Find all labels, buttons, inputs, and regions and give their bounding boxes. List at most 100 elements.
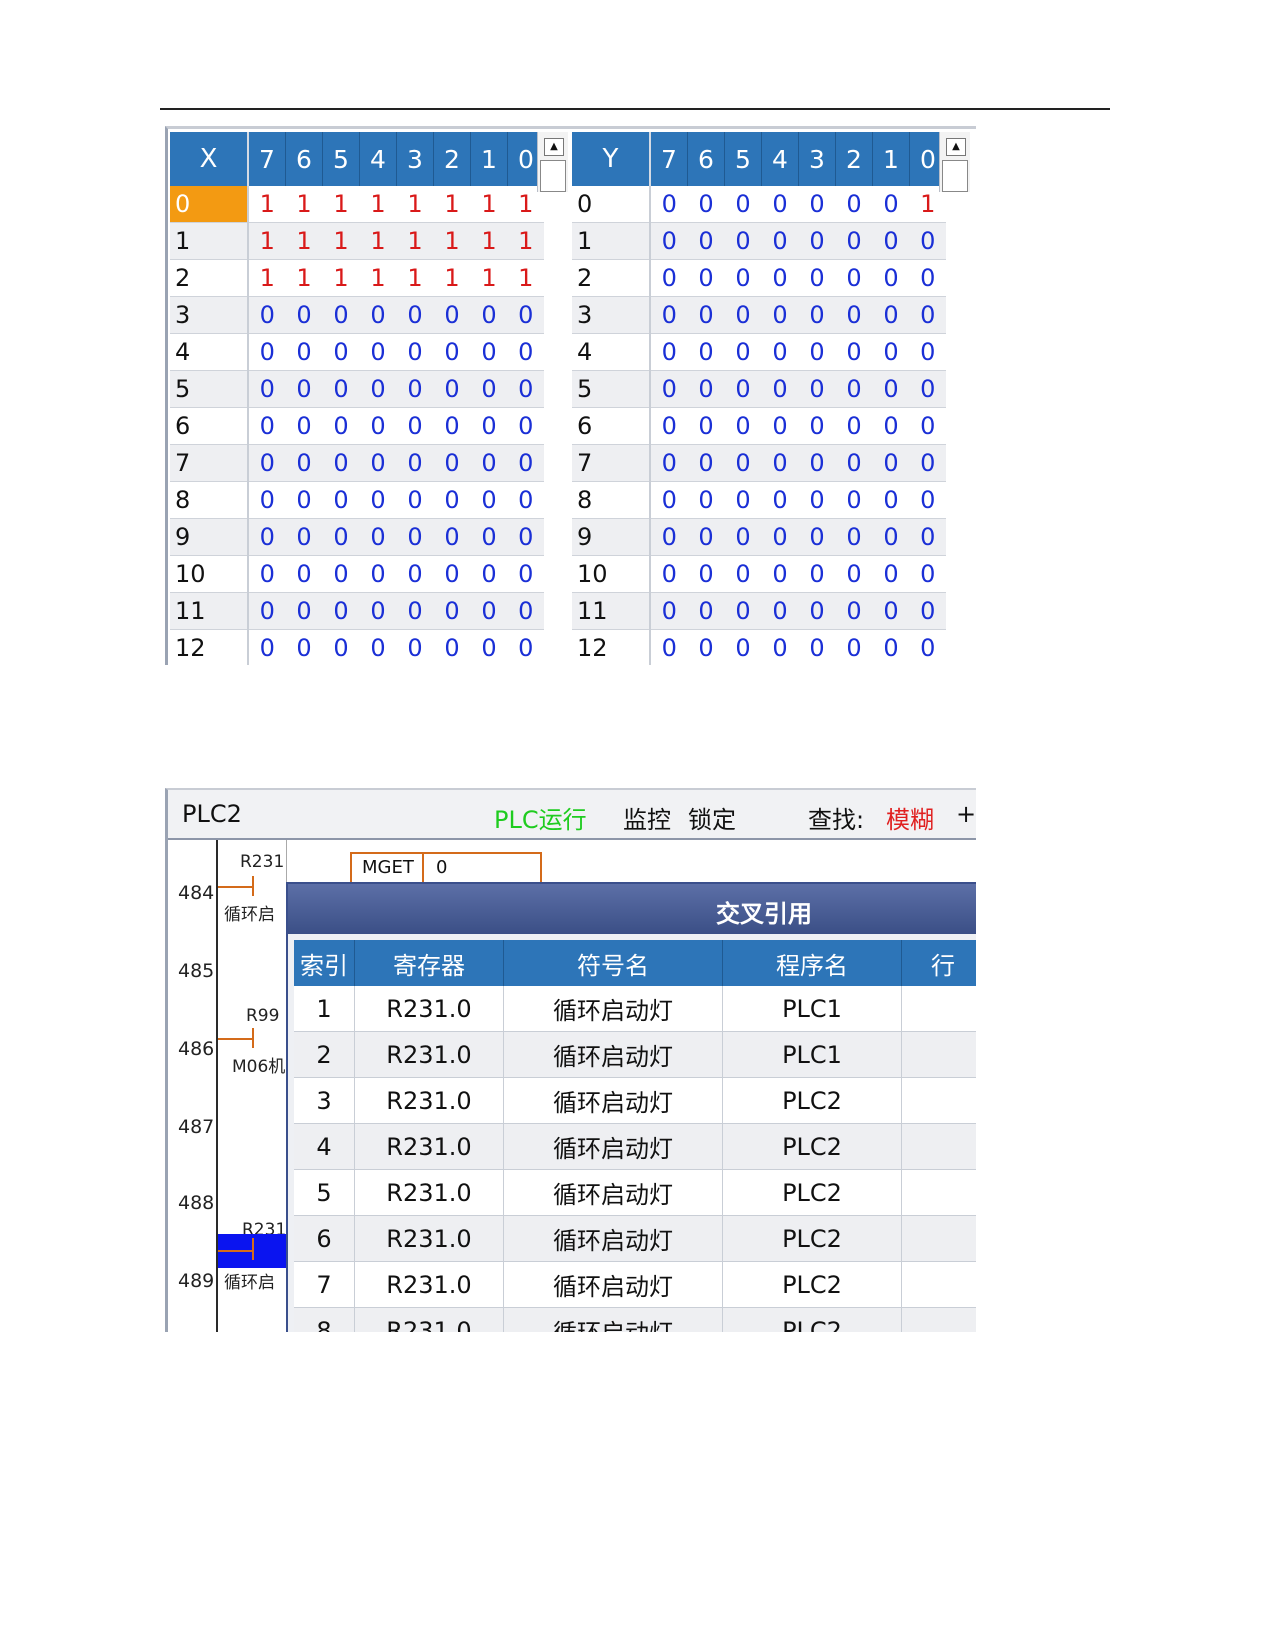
x-row-address[interactable]: 2: [170, 259, 249, 297]
monitor-button[interactable]: 监控: [623, 800, 671, 835]
column-header-register[interactable]: 寄存器: [354, 940, 504, 986]
search-mode-fuzzy[interactable]: 模糊: [886, 800, 934, 835]
scroll-thumb[interactable]: [942, 160, 968, 192]
x-row-address[interactable]: 10: [170, 555, 249, 593]
y-bit-value: 0: [724, 555, 762, 593]
column-header-program[interactable]: 程序名: [722, 940, 902, 986]
xref-row[interactable]: 6 R231.0 循环启动灯 PLC2: [294, 1215, 976, 1262]
x-row[interactable]: 300000000: [170, 296, 544, 334]
x-row[interactable]: 800000000: [170, 481, 544, 519]
y-bit-value: 0: [798, 629, 836, 665]
y-row-address[interactable]: 9: [572, 518, 651, 556]
y-bit-value: 0: [761, 555, 799, 593]
scroll-up-arrow-icon[interactable]: ▲: [544, 138, 564, 156]
x-bit-value: 0: [470, 333, 508, 371]
x-row-address[interactable]: 1: [170, 222, 249, 260]
x-row[interactable]: 211111111: [170, 259, 544, 297]
y-row-address[interactable]: 10: [572, 555, 651, 593]
x-scrollbar[interactable]: ▲: [537, 132, 568, 192]
x-row[interactable]: 500000000: [170, 370, 544, 408]
y-row-address[interactable]: 0: [572, 186, 651, 223]
x-bit-value: 0: [322, 592, 360, 630]
xref-line: [901, 1123, 976, 1170]
x-row[interactable]: 011111111: [170, 186, 544, 223]
column-header-symbol[interactable]: 符号名: [503, 940, 723, 986]
x-bit-value: 0: [433, 407, 471, 445]
x-row-address[interactable]: 6: [170, 407, 249, 445]
xref-register: R231.0: [354, 1077, 504, 1124]
scroll-up-arrow-icon[interactable]: ▲: [946, 138, 966, 156]
y-header-name: Y: [572, 132, 651, 186]
y-bit-value: 0: [650, 592, 688, 630]
x-row[interactable]: 600000000: [170, 407, 544, 445]
y-row-address[interactable]: 7: [572, 444, 651, 482]
x-row-address[interactable]: 12: [170, 629, 249, 665]
y-row[interactable]: 000000001: [572, 186, 946, 223]
x-bit-value: 0: [396, 518, 434, 556]
x-row-address[interactable]: 4: [170, 333, 249, 371]
y-bit-value: 0: [687, 370, 725, 408]
x-row-address[interactable]: 5: [170, 370, 249, 408]
y-bit-value: 0: [835, 222, 873, 260]
xref-row[interactable]: 1 R231.0 循环启动灯 PLC1: [294, 986, 976, 1032]
y-row[interactable]: 400000000: [572, 333, 946, 371]
x-row-address[interactable]: 11: [170, 592, 249, 630]
x-row[interactable]: 900000000: [170, 518, 544, 556]
y-row-address[interactable]: 8: [572, 481, 651, 519]
y-row-address[interactable]: 3: [572, 296, 651, 334]
xref-row[interactable]: 5 R231.0 循环启动灯 PLC2: [294, 1169, 976, 1216]
column-header-line[interactable]: 行: [901, 940, 976, 986]
x-row-address[interactable]: 7: [170, 444, 249, 482]
scroll-thumb[interactable]: [540, 160, 566, 192]
x-row[interactable]: 11 0 0 0 0 0 0 0 0: [170, 592, 544, 630]
y-row[interactable]: 300000000: [572, 296, 946, 334]
xref-row[interactable]: 7 R231.0 循环启动灯 PLC2: [294, 1261, 976, 1308]
y-row[interactable]: 100000000: [572, 222, 946, 260]
y-row-address[interactable]: 6: [572, 407, 651, 445]
x-row-address[interactable]: 3: [170, 296, 249, 334]
y-row[interactable]: 900000000: [572, 518, 946, 556]
y-bit-value: 0: [872, 518, 910, 556]
y-row[interactable]: 500000000: [572, 370, 946, 408]
y-row-address[interactable]: 1: [572, 222, 651, 260]
y-row[interactable]: 12 0 0 0 0 0 0 0 0: [572, 629, 946, 665]
y-bit-value: 0: [798, 296, 836, 334]
y-row-address[interactable]: 2: [572, 259, 651, 297]
x-row-address[interactable]: 8: [170, 481, 249, 519]
y-row-address[interactable]: 12: [572, 629, 651, 665]
x-bit-header: 3: [396, 132, 434, 186]
x-row-address[interactable]: 9: [170, 518, 249, 556]
page-top-rule: [160, 108, 1110, 110]
y-row-address[interactable]: 11: [572, 592, 651, 630]
x-bit-header: 6: [285, 132, 323, 186]
y-scrollbar[interactable]: ▲: [939, 132, 970, 192]
y-row[interactable]: 11 0 0 0 0 0 0 0 0: [572, 592, 946, 630]
x-row[interactable]: 10 0 0 0 0 0 0 0 0: [170, 555, 544, 593]
y-row-address[interactable]: 4: [572, 333, 651, 371]
column-header-index[interactable]: 索引: [294, 940, 355, 986]
xref-row[interactable]: 8R231.0循环启动灯PLC2: [294, 1307, 976, 1332]
y-row[interactable]: 200000000: [572, 259, 946, 297]
y-row[interactable]: 600000000: [572, 407, 946, 445]
y-row-address[interactable]: 5: [572, 370, 651, 408]
x-row[interactable]: 700000000: [170, 444, 544, 482]
x-bit-value: 0: [433, 555, 471, 593]
xref-row[interactable]: 4 R231.0 循环启动灯 PLC2: [294, 1123, 976, 1170]
plc-ladder-view: PLC2 PLC运行 监控 锁定 查找: 模糊 + 484 485 486 48…: [165, 788, 976, 1332]
plus-icon[interactable]: +: [956, 800, 976, 828]
x-row[interactable]: 400000000: [170, 333, 544, 371]
x-bit-value: 0: [507, 592, 544, 630]
mget-function-block[interactable]: MGET 0: [350, 852, 542, 886]
lock-button[interactable]: 锁定: [688, 800, 736, 835]
y-row[interactable]: 700000000: [572, 444, 946, 482]
xref-line: [901, 1215, 976, 1262]
dialog-title-bar[interactable]: 交叉引用: [288, 884, 976, 934]
x-row-address[interactable]: 0: [170, 186, 249, 223]
x-row[interactable]: 111111111: [170, 222, 544, 260]
xref-row[interactable]: 3 R231.0 循环启动灯 PLC2: [294, 1077, 976, 1124]
y-row[interactable]: 800000000: [572, 481, 946, 519]
x-row[interactable]: 12 0 0 0 0 0 0 0 0: [170, 629, 544, 665]
y-bit-value: 0: [909, 407, 946, 445]
xref-row[interactable]: 2 R231.0 循环启动灯 PLC1: [294, 1031, 976, 1078]
y-row[interactable]: 10 0 0 0 0 0 0 0 0: [572, 555, 946, 593]
